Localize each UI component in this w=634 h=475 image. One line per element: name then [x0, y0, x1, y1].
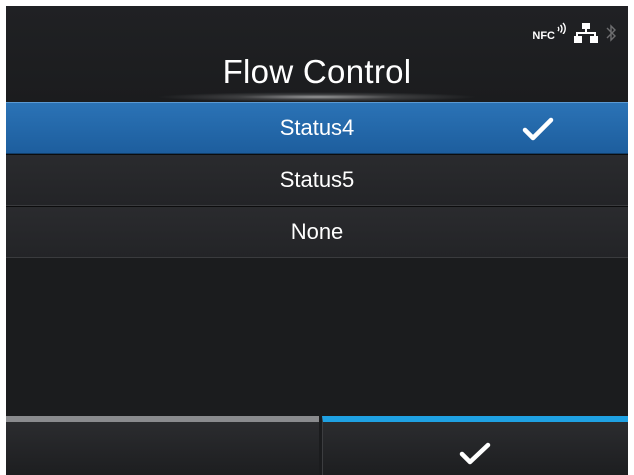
- title-underline-glow: [156, 92, 478, 102]
- flow-control-screen: NFC Flow Control Status4 Status5 None: [6, 6, 628, 475]
- option-list: Status4 Status5 None: [6, 102, 628, 258]
- confirm-softkey-button[interactable]: [322, 416, 628, 475]
- option-label: Status4: [279, 115, 355, 140]
- nfc-waves-icon: [557, 22, 566, 34]
- screen-header: NFC Flow Control: [6, 6, 628, 102]
- status-bar: NFC: [532, 22, 616, 44]
- option-label: None: [290, 219, 344, 244]
- option-row-none[interactable]: None: [6, 206, 628, 258]
- page-title: Flow Control: [222, 53, 412, 90]
- nfc-label: NFC: [532, 30, 555, 42]
- softkey-left-button[interactable]: [6, 416, 319, 475]
- softkey-bar: [6, 416, 628, 475]
- checkmark-icon: [459, 442, 491, 465]
- option-row-status4[interactable]: Status4: [6, 102, 628, 154]
- option-row-status5[interactable]: Status5: [6, 154, 628, 206]
- bluetooth-icon: [606, 24, 616, 42]
- checkmark-icon: [522, 117, 554, 141]
- nfc-icon: NFC: [532, 22, 566, 44]
- network-icon: [574, 23, 598, 43]
- option-label: Status5: [279, 167, 355, 192]
